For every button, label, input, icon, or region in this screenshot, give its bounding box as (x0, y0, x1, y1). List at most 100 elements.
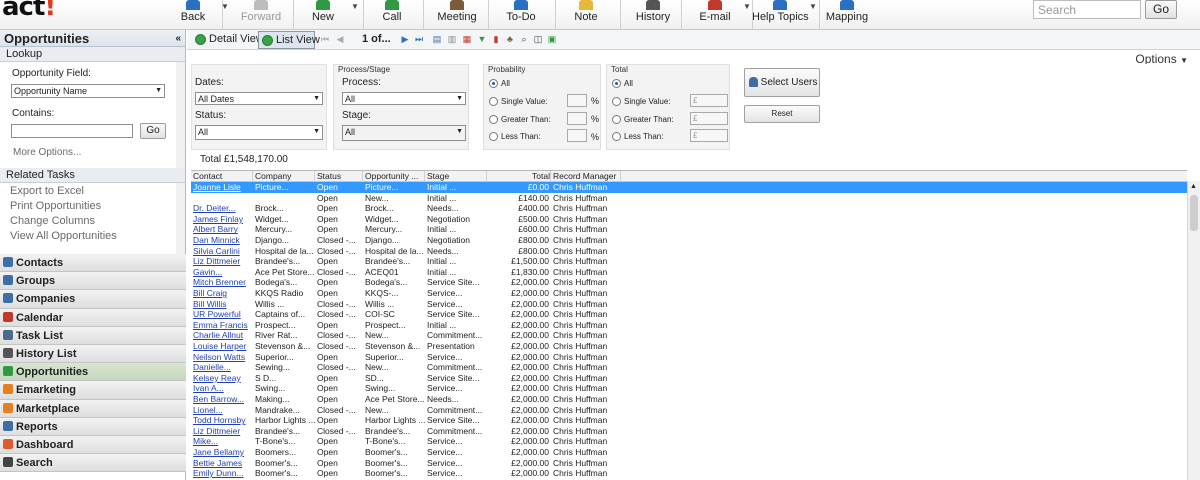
task-change-columns[interactable]: Change Columns (10, 215, 95, 227)
probability-single-input[interactable] (567, 94, 587, 107)
dropdown-arrow-icon[interactable]: ▼ (808, 2, 818, 14)
contact-cell[interactable]: Liz Dittmeier (191, 426, 253, 437)
history-button[interactable]: History (622, 0, 684, 30)
table-row[interactable]: Danielle... Sewing... Closed -... New... Com… (191, 362, 1187, 373)
contact-cell[interactable]: Louise Harper (191, 341, 253, 352)
contact-cell[interactable]: Bill Willis (191, 299, 253, 310)
previous-record-icon[interactable]: ◀ (335, 35, 345, 44)
dropdown-arrow-icon[interactable]: ▼ (742, 2, 752, 14)
table-row[interactable]: Jane Bellamy Boomers... Open Boomer's... Ser… (191, 447, 1187, 458)
table-row[interactable]: Charlie Allnut River Rat... Closed -... New… (191, 330, 1187, 341)
stage-select[interactable]: All ▼ (342, 125, 466, 141)
nav-item-history-list[interactable]: History List (0, 344, 186, 364)
contact-cell[interactable]: Gavin... (191, 267, 253, 278)
contact-cell[interactable]: Charlie Allnut (191, 330, 253, 341)
related-tasks-header[interactable]: Related Tasks (0, 168, 185, 183)
nav-item-calendar[interactable]: Calendar (0, 308, 186, 327)
nav-item-contacts[interactable]: Contacts (0, 254, 186, 273)
tag-icon[interactable]: ▦ (462, 35, 472, 44)
table-row[interactable]: Gavin... Ace Pet Store... Closed -... ACEQ0… (191, 267, 1187, 278)
column-header[interactable]: Stage (425, 171, 487, 182)
contact-cell[interactable]: Danielle... (191, 362, 253, 373)
search-input[interactable]: Search (1033, 0, 1141, 19)
table-row[interactable]: Ivan A... Swing... Open Swing... Service... £… (191, 383, 1187, 394)
nav-item-task-list[interactable]: Task List (0, 326, 186, 345)
scroll-thumb[interactable] (1190, 195, 1198, 231)
probability-less-input[interactable] (567, 129, 587, 142)
contact-cell[interactable]: Mike... (191, 436, 253, 447)
dates-select[interactable]: All Dates ▼ (195, 92, 323, 105)
table-row[interactable]: Emily Dunn... Boomer's... Open Boomer's... S… (191, 468, 1187, 479)
table-row[interactable]: Bill Willis Willis ... Closed -... Willis .… (191, 299, 1187, 310)
group-icon[interactable]: ♣ (505, 35, 515, 44)
columns-icon[interactable]: ◫ (533, 35, 543, 44)
status-select[interactable]: All ▼ (195, 125, 323, 140)
table-row[interactable]: Lionel... Mandrake... Closed -... New... Com… (191, 405, 1187, 416)
table-row[interactable]: Bill Craig KKQS Radio Open KKQS-... Service.… (191, 288, 1187, 299)
lookup-header[interactable]: Lookup (0, 47, 185, 62)
contact-cell[interactable]: Lionel... (191, 405, 253, 416)
export-icon[interactable]: ▣ (547, 35, 557, 44)
column-header[interactable]: Company (253, 171, 315, 182)
column-header[interactable]: Record Manager (551, 171, 621, 182)
probability-greater-radio[interactable] (489, 115, 498, 124)
probability-greater-input[interactable] (567, 112, 587, 125)
contact-cell[interactable]: Silvia Carlini (191, 246, 253, 257)
total-greater-radio[interactable] (612, 115, 621, 124)
collapse-panel-icon[interactable]: « (175, 30, 181, 47)
table-row[interactable]: Dan Minnick Django... Closed -... Django...… (191, 235, 1187, 246)
nav-item-search[interactable]: Search (0, 454, 186, 473)
table-row[interactable]: James Finlay Widget... Open Widget... Negoti… (191, 214, 1187, 225)
lookup-icon[interactable]: ▤ (432, 35, 442, 44)
contact-cell[interactable]: UR Powerful (191, 309, 253, 320)
contact-cell[interactable]: Liz Dittmeier (191, 256, 253, 267)
nav-item-companies[interactable]: Companies (0, 290, 186, 309)
table-row[interactable]: Kelsey Reay S D... Open SD... Service Site..… (191, 373, 1187, 384)
grid-scrollbar[interactable]: ▲ (1187, 181, 1200, 480)
probability-all-radio[interactable] (489, 79, 498, 88)
contact-cell[interactable] (191, 193, 253, 204)
reset-button[interactable]: Reset (744, 105, 820, 123)
detail-view-button[interactable]: Detail View (192, 31, 264, 49)
total-less-radio[interactable] (612, 132, 621, 141)
probability-less-radio[interactable] (489, 132, 498, 141)
table-row[interactable]: Liz Dittmeier Brandee's... Open Brandee's..… (191, 256, 1187, 267)
contact-cell[interactable]: James Finlay (191, 214, 253, 225)
process-select[interactable]: All ▼ (342, 92, 466, 105)
total-single-input[interactable]: £ (690, 94, 728, 107)
column-header[interactable]: Status (315, 171, 363, 182)
column-header[interactable]: Contact (191, 171, 253, 182)
nav-item-groups[interactable]: Groups (0, 272, 186, 291)
contact-cell[interactable]: Emily Dunn... (191, 468, 253, 479)
database-icon[interactable]: ▥ (447, 35, 457, 44)
nav-item-dashboard[interactable]: Dashboard (0, 435, 186, 455)
contact-cell[interactable]: Joanne Lisle (191, 182, 253, 193)
note-button[interactable]: Note (560, 0, 612, 30)
search-icon[interactable]: ⌕ (519, 35, 529, 44)
task-export-excel[interactable]: Export to Excel (10, 185, 84, 197)
dropdown-arrow-icon[interactable]: ▼ (220, 2, 230, 14)
task-print-opportunities[interactable]: Print Opportunities (10, 200, 101, 212)
table-row[interactable]: Emma Francis Prospect... Open Prospect... In… (191, 320, 1187, 331)
dropdown-arrow-icon[interactable]: ▼ (350, 2, 360, 14)
opportunity-field-select[interactable]: Opportunity Name ▼ (11, 84, 165, 98)
search-go-button[interactable]: Go (1145, 0, 1177, 19)
column-header[interactable]: Total (487, 171, 551, 182)
probability-single-radio[interactable] (489, 97, 498, 106)
contact-cell[interactable]: Ben Barrow... (191, 394, 253, 405)
table-row[interactable]: Bettie James Boomer's... Open Boomer's... Se… (191, 458, 1187, 469)
column-header[interactable]: Opportunity ... (363, 171, 425, 182)
contact-cell[interactable]: Bettie James (191, 458, 253, 469)
table-row[interactable]: Joanne Lisle Picture... Open Picture... Init… (191, 182, 1187, 193)
mapping-button[interactable]: Mapping (818, 0, 876, 30)
table-row[interactable]: Open New... Initial ... £140.00 Chris Huffma… (191, 193, 1187, 204)
filter-icon[interactable]: ▼ (477, 35, 487, 44)
table-row[interactable]: Louise Harper Stevenson &... Closed -... St… (191, 341, 1187, 352)
contact-cell[interactable]: Neilson Watts (191, 352, 253, 363)
help-topics-button[interactable]: Help Topics (752, 0, 809, 30)
contact-cell[interactable]: Bill Craig (191, 288, 253, 299)
table-row[interactable]: Todd Hornsby Harbor Lights ... Open Harbor … (191, 415, 1187, 426)
total-all-radio[interactable] (612, 79, 621, 88)
nav-item-emarketing[interactable]: Emarketing (0, 381, 186, 400)
contact-cell[interactable]: Dan Minnick (191, 235, 253, 246)
